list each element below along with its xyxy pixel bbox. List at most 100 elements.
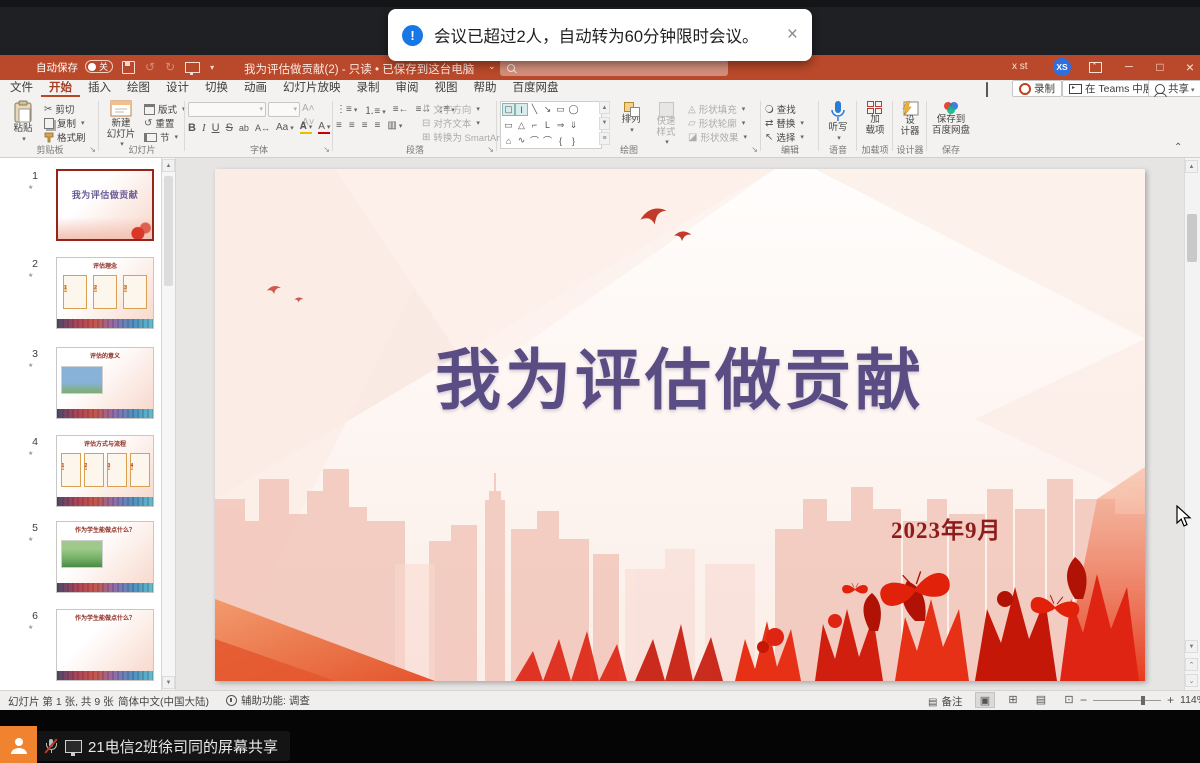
cut-button[interactable]: ✂剪切	[44, 102, 74, 116]
rounded-rect-shape-icon[interactable]: ▭	[502, 119, 515, 132]
strikethrough-button[interactable]: S	[226, 122, 233, 134]
arrow-shape-icon[interactable]: ↘	[541, 103, 554, 116]
share-button[interactable]: 共享	[1148, 80, 1200, 97]
slide-thumbnail-6[interactable]: 作为学生能做点什么？	[56, 609, 154, 681]
quick-styles-button[interactable]: 快速 样式	[650, 102, 682, 149]
autosave-toggle[interactable]: 关	[85, 60, 113, 73]
tab-view[interactable]: 视图	[427, 80, 466, 97]
tab-baidu-netdisk[interactable]: 百度网盘	[505, 80, 567, 97]
highlight-color-button[interactable]: 𝐀	[300, 121, 313, 134]
tab-record[interactable]: 录制	[349, 80, 388, 97]
start-slideshow-icon[interactable]	[185, 62, 200, 73]
canvas-scroll-down-button[interactable]	[1185, 640, 1198, 653]
elbow-shape-icon[interactable]: ⌐	[528, 119, 541, 132]
font-name-combo[interactable]	[188, 102, 266, 117]
slide-thumbnail-5[interactable]: 作为学生能做点什么？	[56, 521, 154, 593]
align-text-button[interactable]: ⊟对齐文本	[422, 116, 480, 130]
char-spacing-button[interactable]: A↔	[255, 123, 270, 133]
tab-review[interactable]: 审阅	[388, 80, 427, 97]
tab-design[interactable]: 设计	[158, 80, 197, 97]
tab-help[interactable]: 帮助	[466, 80, 505, 97]
select-tool-icon[interactable]: ▢	[502, 103, 515, 116]
section-button[interactable]: 节	[144, 130, 178, 144]
font-size-combo[interactable]	[268, 102, 300, 117]
justify-button[interactable]: ≡	[375, 120, 381, 131]
thumb-scroll-down-button[interactable]	[162, 676, 175, 689]
tab-slideshow[interactable]: 幻灯片放映	[275, 80, 349, 97]
font-color-button[interactable]: A	[318, 121, 330, 134]
find-button[interactable]: 🔾查找	[765, 102, 796, 116]
select-button[interactable]: ↖选择	[765, 130, 804, 144]
text-direction-button[interactable]: ⇵文字方向	[422, 102, 480, 116]
slide-thumbnail-2[interactable]: 评估理念 1 2 3	[56, 257, 154, 329]
dictate-button[interactable]: 听写	[822, 100, 854, 144]
document-title-caret-icon[interactable]	[488, 61, 496, 72]
addins-button[interactable]: 加 载项	[860, 101, 890, 136]
close-icon[interactable]	[787, 24, 798, 46]
notes-button[interactable]: 备注	[928, 692, 962, 710]
close-window-button[interactable]	[1181, 58, 1199, 76]
format-painter-button[interactable]: 格式刷	[44, 130, 86, 144]
qat-customize-icon[interactable]	[210, 60, 214, 74]
layout-button[interactable]: 版式	[144, 102, 186, 116]
next-slide-button[interactable]: ⌄	[1185, 674, 1198, 687]
tab-transitions[interactable]: 切换	[197, 80, 236, 97]
normal-view-button[interactable]: ▣	[975, 692, 995, 708]
down-arrow-shape-icon[interactable]: ⇓	[567, 119, 580, 132]
tab-file[interactable]: 文件	[2, 80, 41, 97]
tab-insert[interactable]: 插入	[80, 80, 119, 97]
designer-button[interactable]: 设 计器	[896, 101, 924, 137]
canvas-scroll-thumb[interactable]	[1187, 214, 1197, 262]
ribbon-display-options-button[interactable]	[1086, 58, 1104, 76]
paste-button[interactable]: 粘贴	[6, 100, 40, 145]
underline-button[interactable]: U	[212, 122, 220, 134]
grow-font-icon[interactable]: A˄	[302, 103, 315, 114]
slideshow-view-button[interactable]: ⊡	[1059, 692, 1079, 708]
replace-button[interactable]: ⇄替换	[765, 116, 804, 130]
dialog-launcher-icon[interactable]	[323, 145, 330, 154]
arrange-button[interactable]: 排列	[616, 102, 646, 136]
zoom-in-button[interactable]: +	[1167, 693, 1174, 707]
record-button[interactable]: 录制	[1012, 80, 1062, 97]
reset-button[interactable]: ↺重置	[144, 116, 174, 130]
thumb-scroll-thumb[interactable]	[164, 176, 173, 286]
line-shape-icon[interactable]: ╲	[528, 103, 541, 116]
shape-outline-button[interactable]: ▱形状轮廓	[688, 116, 745, 130]
text-shadow-button[interactable]: ab	[239, 123, 249, 133]
avatar[interactable]: XS	[1053, 58, 1071, 76]
triangle-shape-icon[interactable]: △	[515, 119, 528, 132]
italic-button[interactable]: I	[202, 122, 206, 134]
canvas-scroll-up-button[interactable]	[1185, 160, 1198, 173]
right-arrow-shape-icon[interactable]: ⇒	[554, 119, 567, 132]
shape-effects-button[interactable]: ◪形状效果	[688, 130, 747, 144]
columns-button[interactable]: ▥	[387, 120, 402, 131]
save-to-baidu-button[interactable]: 保存到 百度网盘	[930, 101, 972, 136]
dialog-launcher-icon[interactable]	[89, 145, 96, 154]
accessibility-status[interactable]: 辅助功能: 调查	[226, 693, 310, 708]
tab-draw[interactable]: 绘图	[119, 80, 158, 97]
copy-button[interactable]: 复制	[44, 116, 85, 130]
zoom-slider-thumb[interactable]	[1141, 696, 1145, 705]
slide-thumbnail-4[interactable]: 评估方式与流程 1 2 3 4	[56, 435, 154, 507]
dialog-launcher-icon[interactable]	[487, 145, 494, 154]
decrease-indent-button[interactable]: ≡←	[393, 104, 409, 115]
zoom-out-button[interactable]: −	[1080, 693, 1087, 707]
zoom-level[interactable]: 114%	[1180, 694, 1200, 706]
minimize-button[interactable]	[1120, 58, 1138, 76]
thumb-scroll-up-button[interactable]	[162, 159, 175, 172]
maximize-button[interactable]	[1151, 58, 1169, 76]
l-shape-icon[interactable]: L	[541, 119, 554, 132]
oval-shape-icon[interactable]: ◯	[567, 103, 580, 116]
slide-canvas[interactable]: 我为评估做贡献 2023年9月	[215, 169, 1145, 681]
bullets-button[interactable]: ⋮≡	[336, 104, 357, 115]
reading-view-button[interactable]: ▤	[1031, 692, 1051, 708]
rect-shape-icon[interactable]: ▭	[554, 103, 567, 116]
slide-thumbnail-1[interactable]: 我为评估做贡献	[56, 169, 154, 241]
text-tool-icon[interactable]: I	[515, 103, 528, 116]
gallery-up-icon[interactable]	[599, 101, 610, 114]
align-left-button[interactable]: ≡	[336, 120, 342, 131]
gallery-down-icon[interactable]	[599, 117, 610, 130]
undo-icon[interactable]	[145, 61, 155, 73]
tab-home[interactable]: 开始	[41, 80, 80, 97]
previous-slide-button[interactable]: ⌃	[1185, 658, 1198, 671]
